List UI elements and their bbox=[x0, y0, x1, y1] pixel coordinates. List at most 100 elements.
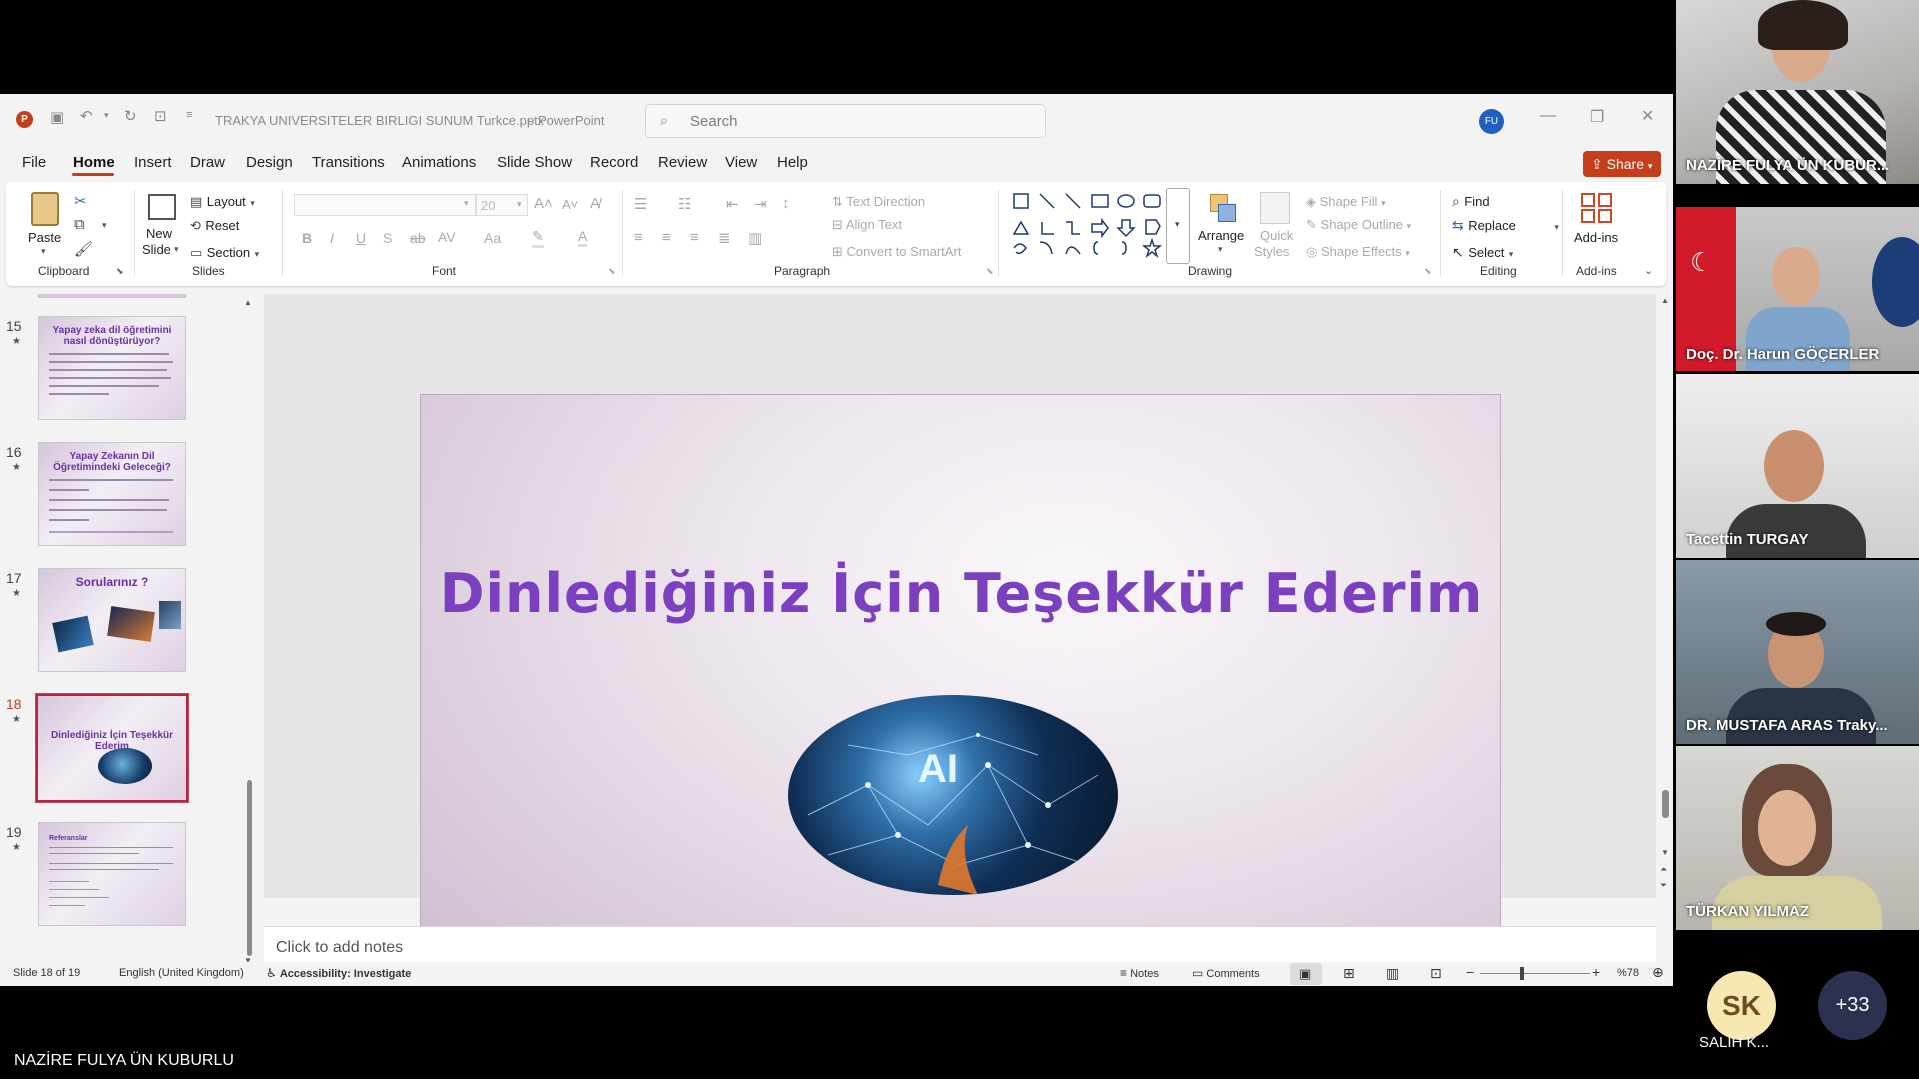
char-spacing-icon[interactable]: AV bbox=[438, 229, 456, 245]
tab-insert[interactable]: Insert bbox=[134, 154, 172, 171]
shape-effects-button[interactable]: ◎ Shape Effects ▾ bbox=[1306, 244, 1410, 260]
fit-slide-icon[interactable]: ⊕ bbox=[1652, 964, 1664, 981]
scroll-thumb[interactable] bbox=[247, 780, 252, 956]
dialog-launcher-icon[interactable]: ⬊ bbox=[608, 266, 616, 277]
participant-tile[interactable]: DR. MUSTAFA ARAS Traky... bbox=[1676, 560, 1919, 744]
user-avatar[interactable]: FU bbox=[1479, 109, 1504, 134]
zoom-in-icon[interactable]: + bbox=[1592, 964, 1600, 980]
save-icon[interactable]: ▣ bbox=[50, 108, 64, 126]
paste-button[interactable]: Paste ▾ bbox=[28, 190, 62, 258]
slide-area-scrollbar[interactable]: ▲ ▼ ⏶ ⏷ bbox=[1660, 294, 1672, 898]
bullets-icon[interactable]: ☰ bbox=[634, 195, 647, 213]
arrange-button[interactable]: Arrange ▾ bbox=[1198, 190, 1248, 260]
numbering-icon[interactable]: ☷ bbox=[678, 195, 691, 213]
dialog-launcher-icon[interactable]: ⬊ bbox=[116, 266, 124, 277]
bold-icon[interactable]: B bbox=[302, 230, 312, 246]
customize-toolbar-icon[interactable]: ≡ bbox=[186, 109, 192, 121]
find-button[interactable]: ⌕ Find bbox=[1452, 193, 1490, 211]
layout-button[interactable]: ▤ Layout ▾ bbox=[190, 193, 255, 211]
cut-icon[interactable]: ✂ bbox=[74, 192, 87, 210]
tab-animations[interactable]: Animations bbox=[402, 154, 476, 171]
quick-styles-button[interactable]: Quick Styles bbox=[1254, 190, 1298, 260]
replace-button[interactable]: ⇆ Replace ▾ bbox=[1452, 217, 1559, 235]
previous-slide-icon[interactable]: ⏶ bbox=[1660, 864, 1667, 875]
justify-icon[interactable]: ≣ bbox=[718, 229, 731, 247]
zoom-level[interactable]: %78 bbox=[1617, 967, 1639, 979]
close-icon[interactable]: ✕ bbox=[1641, 106, 1654, 126]
reset-button[interactable]: ⟲ Reset bbox=[190, 217, 239, 235]
underline-icon[interactable]: U bbox=[356, 230, 366, 246]
share-button[interactable]: ⇪ Share ▾ bbox=[1583, 151, 1661, 177]
add-ins-button[interactable]: Add-ins bbox=[1572, 190, 1624, 260]
strikethrough-icon[interactable]: ab bbox=[410, 230, 426, 246]
notes-button[interactable]: ≡ Notes bbox=[1120, 966, 1159, 980]
scroll-thumb[interactable] bbox=[1662, 790, 1669, 818]
align-left-icon[interactable]: ≡ bbox=[634, 229, 643, 246]
slide-thumbnail-19[interactable]: Referanslar bbox=[38, 822, 186, 926]
align-text-button[interactable]: ⊟ Align Text bbox=[832, 217, 902, 233]
tab-view[interactable]: View bbox=[725, 154, 757, 171]
font-color-icon[interactable]: A bbox=[578, 228, 588, 247]
highlight-icon[interactable]: ✎ bbox=[532, 228, 544, 248]
copy-icon[interactable]: ⧉ bbox=[74, 216, 85, 233]
tab-record[interactable]: Record bbox=[590, 154, 638, 171]
align-right-icon[interactable]: ≡ bbox=[690, 229, 699, 246]
restore-icon[interactable]: ❐ bbox=[1590, 107, 1604, 127]
change-case-icon[interactable]: Aa bbox=[484, 230, 501, 246]
slide-thumbnail-15[interactable]: Yapay zeka dil öğretimini nasıl dönüştür… bbox=[38, 316, 186, 420]
zoom-slider-thumb[interactable] bbox=[1520, 967, 1524, 980]
collapse-ribbon-icon[interactable]: ⌄ bbox=[1644, 264, 1653, 277]
next-slide-icon[interactable]: ⏷ bbox=[1660, 880, 1667, 891]
columns-icon[interactable]: ▥ bbox=[748, 229, 762, 247]
text-direction-button[interactable]: ⇅ Text Direction bbox=[832, 194, 925, 210]
zoom-out-icon[interactable]: − bbox=[1466, 964, 1474, 980]
undo-icon[interactable]: ↶ bbox=[80, 107, 93, 125]
tab-transitions[interactable]: Transitions bbox=[312, 154, 385, 171]
convert-smartart-button[interactable]: ⊞ Convert to SmartArt bbox=[832, 244, 961, 260]
clear-formatting-icon[interactable]: A̸ bbox=[590, 195, 600, 212]
line-spacing-icon[interactable]: ↕ bbox=[782, 195, 790, 212]
dialog-launcher-icon[interactable]: ⬊ bbox=[1424, 266, 1432, 277]
reading-view-icon[interactable]: ▥ bbox=[1386, 965, 1399, 982]
comments-button[interactable]: ▭ Comments bbox=[1192, 966, 1260, 980]
tab-slide-show[interactable]: Slide Show bbox=[497, 154, 572, 171]
shape-fill-button[interactable]: ◈ Shape Fill ▾ bbox=[1306, 194, 1386, 210]
slide-thumbnail-18[interactable]: Dinlediğiniz İçin Teşekkür Ederim bbox=[35, 693, 189, 803]
slide-thumbnail-17[interactable]: Sorularınız ? bbox=[38, 568, 186, 672]
select-button[interactable]: ↖ Select ▾ bbox=[1452, 244, 1513, 262]
tab-help[interactable]: Help bbox=[777, 154, 808, 171]
italic-icon[interactable]: I bbox=[330, 230, 334, 246]
increase-font-icon[interactable]: A˄ bbox=[534, 195, 553, 212]
language-indicator[interactable]: English (United Kingdom) bbox=[119, 967, 244, 979]
shadow-icon[interactable]: S bbox=[383, 230, 392, 246]
copy-dropdown-icon[interactable]: ▾ bbox=[102, 220, 107, 231]
tab-draw[interactable]: Draw bbox=[190, 154, 225, 171]
font-size-select[interactable]: 20 ▾ bbox=[476, 194, 528, 216]
minimize-icon[interactable]: — bbox=[1540, 107, 1556, 125]
zoom-slider[interactable] bbox=[1480, 967, 1590, 980]
section-button[interactable]: ▭ Section ▾ bbox=[190, 244, 259, 262]
ai-image[interactable]: AI bbox=[788, 695, 1118, 895]
slide-sorter-icon[interactable]: ⊞ bbox=[1343, 965, 1355, 982]
participant-tile[interactable]: TÜRKAN YILMAZ bbox=[1676, 746, 1919, 930]
accessibility-button[interactable]: ♿ Accessibility: Investigate bbox=[266, 966, 411, 980]
decrease-indent-icon[interactable]: ⇤ bbox=[726, 195, 739, 213]
participant-tile[interactable]: Tacettin TURGAY bbox=[1676, 374, 1919, 558]
thumbnails-scrollbar[interactable]: ▲ ▼ bbox=[244, 298, 254, 965]
participant-tile[interactable]: ☾ Doç. Dr. Harun GÖÇERLER bbox=[1676, 207, 1919, 371]
tab-review[interactable]: Review bbox=[658, 154, 707, 171]
redo-icon[interactable]: ↻ bbox=[124, 107, 137, 125]
tab-design[interactable]: Design bbox=[246, 154, 293, 171]
slide-show-icon[interactable]: ⊡ bbox=[1430, 965, 1442, 982]
undo-dropdown-icon[interactable]: ▾ bbox=[104, 110, 109, 121]
present-icon[interactable]: ⊡ bbox=[154, 107, 167, 125]
slide-thumbnail-16[interactable]: Yapay Zekanın Dil Öğretimindeki Geleceği… bbox=[38, 442, 186, 546]
participant-tile[interactable]: NAZİRE FULYA ÜN KUBUR... bbox=[1676, 0, 1919, 184]
align-center-icon[interactable]: ≡ bbox=[662, 229, 671, 246]
decrease-font-icon[interactable]: A˅ bbox=[562, 197, 578, 212]
format-painter-icon[interactable]: 🖌 bbox=[74, 240, 93, 258]
tab-home[interactable]: Home bbox=[73, 154, 115, 171]
current-slide[interactable]: Dinlediğiniz İçin Teşekkür Ederim AI 18 bbox=[420, 394, 1501, 986]
shapes-gallery-scroll[interactable]: ▾ bbox=[1166, 188, 1190, 264]
dialog-launcher-icon[interactable]: ⬊ bbox=[986, 266, 994, 277]
